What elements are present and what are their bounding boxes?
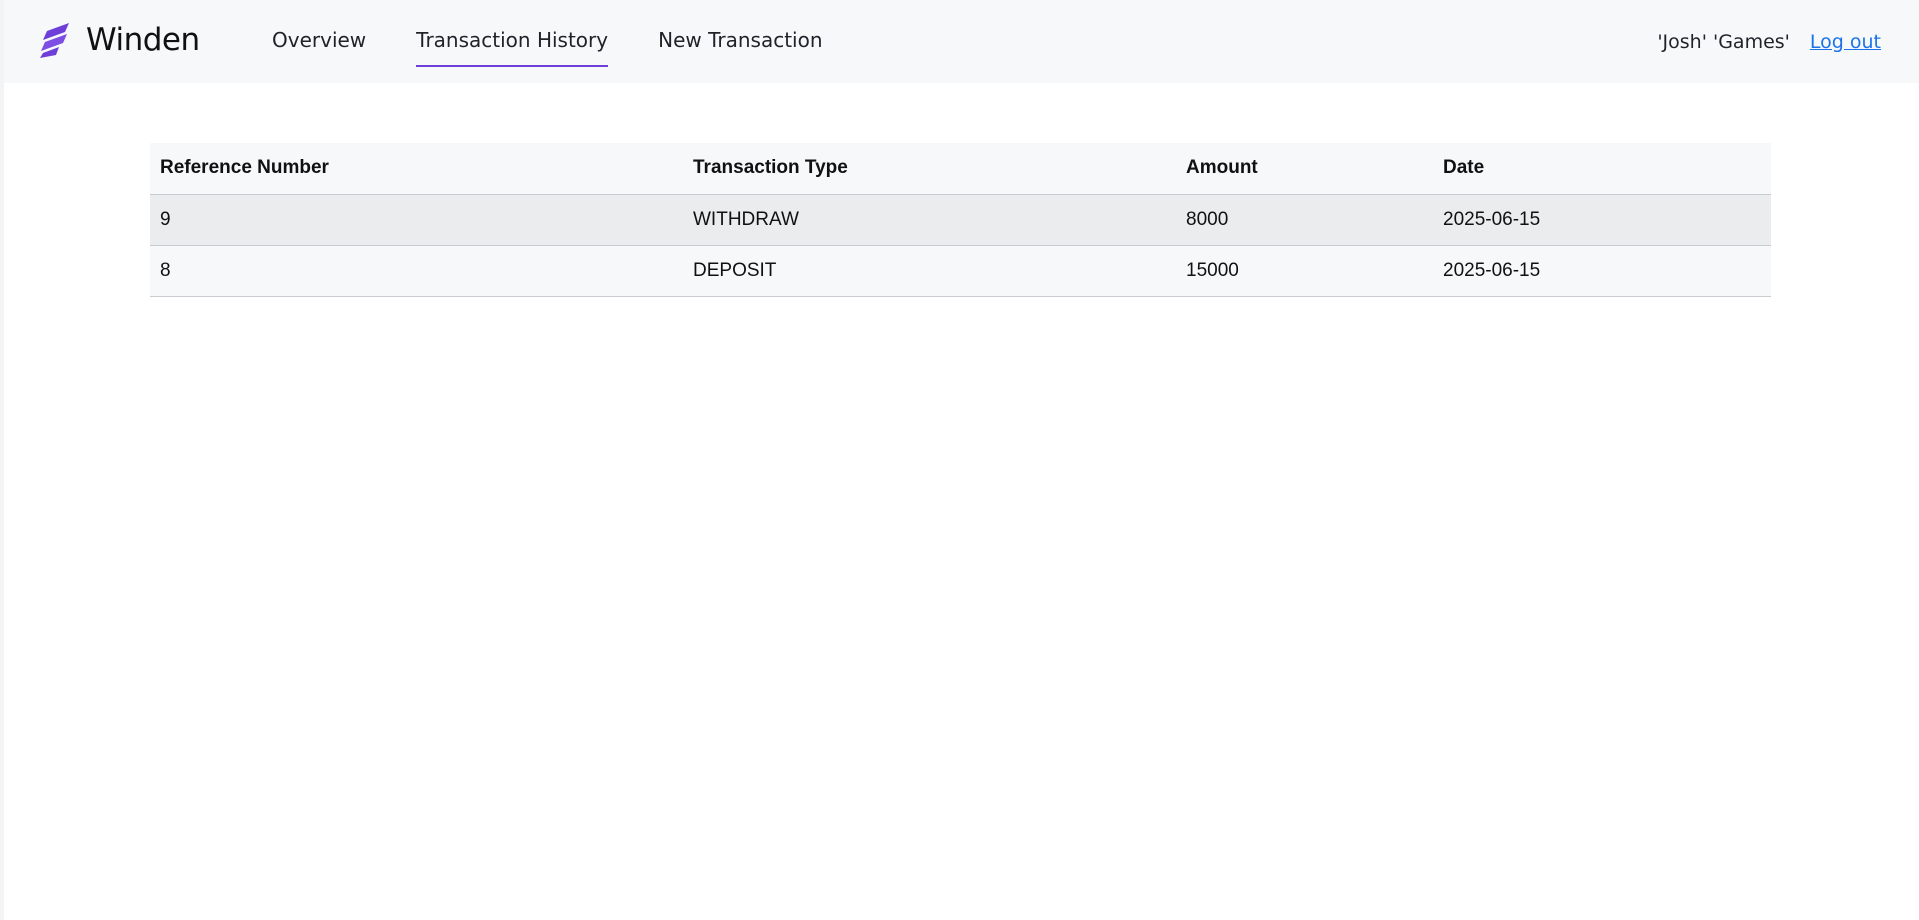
- column-header-reference-number: Reference Number: [150, 143, 683, 195]
- column-header-date: Date: [1433, 143, 1771, 195]
- top-navbar: Winden Overview Transaction History New …: [4, 0, 1919, 83]
- table-header-row: Reference Number Transaction Type Amount…: [150, 143, 1771, 195]
- column-header-transaction-type: Transaction Type: [683, 143, 1176, 195]
- table-row: 9 WITHDRAW 8000 2025-06-15: [150, 194, 1771, 246]
- nav-overview[interactable]: Overview: [272, 0, 366, 83]
- brand-home-link[interactable]: Winden: [39, 20, 200, 60]
- nav-transaction-history[interactable]: Transaction History: [416, 0, 608, 83]
- winden-logo-icon: [40, 23, 69, 58]
- cell-reference-number: 9: [150, 194, 683, 246]
- transaction-history-section: Reference Number Transaction Type Amount…: [150, 143, 1771, 297]
- cell-amount: 15000: [1176, 245, 1433, 297]
- cell-amount: 8000: [1176, 194, 1433, 246]
- table-body: 9 WITHDRAW 8000 2025-06-15 8 DEPOSIT 150…: [150, 194, 1771, 297]
- cell-date: 2025-06-15: [1433, 194, 1771, 246]
- nav-new-transaction[interactable]: New Transaction: [658, 0, 822, 83]
- cell-date: 2025-06-15: [1433, 245, 1771, 297]
- user-area: 'Josh' 'Games' Log out: [1657, 0, 1881, 83]
- logout-link[interactable]: Log out: [1810, 31, 1881, 53]
- cell-transaction-type: WITHDRAW: [683, 194, 1176, 246]
- table-header: Reference Number Transaction Type Amount…: [150, 143, 1771, 195]
- table-row: 8 DEPOSIT 15000 2025-06-15: [150, 245, 1771, 297]
- brand-name: Winden: [86, 22, 200, 58]
- user-name: 'Josh' 'Games': [1657, 30, 1790, 53]
- transaction-table: Reference Number Transaction Type Amount…: [150, 143, 1771, 297]
- column-header-amount: Amount: [1176, 143, 1433, 195]
- cell-reference-number: 8: [150, 245, 683, 297]
- main-nav: Overview Transaction History New Transac…: [272, 0, 873, 83]
- cell-transaction-type: DEPOSIT: [683, 245, 1176, 297]
- page: Winden Overview Transaction History New …: [4, 0, 1919, 920]
